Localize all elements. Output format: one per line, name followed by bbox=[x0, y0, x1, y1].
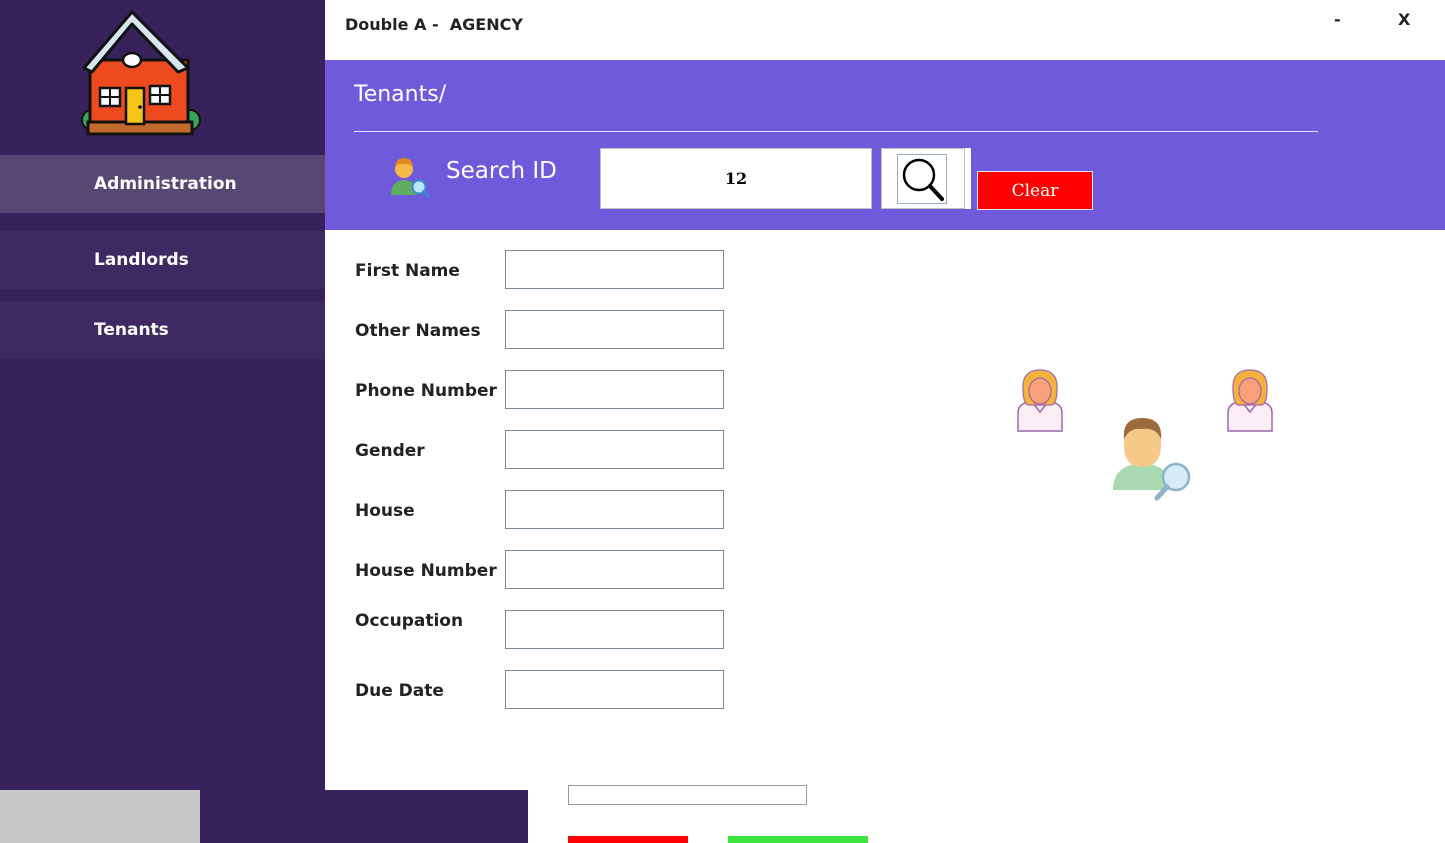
minimize-button[interactable]: - bbox=[1334, 10, 1348, 29]
due-date-input[interactable] bbox=[505, 670, 724, 709]
sidebar-item-label: Tenants bbox=[94, 320, 169, 340]
sidebar-item-landlords[interactable]: Landlords bbox=[0, 231, 325, 289]
search-button-frame bbox=[897, 154, 947, 204]
user-search-icon bbox=[391, 158, 430, 197]
header-divider bbox=[354, 131, 1318, 132]
phone-number-label: Phone Number bbox=[355, 381, 497, 401]
sidebar-item-label: Landlords bbox=[94, 250, 189, 270]
first-name-label: First Name bbox=[355, 261, 460, 281]
background-input-fragment bbox=[568, 785, 807, 805]
house-number-input[interactable] bbox=[505, 550, 724, 589]
house-number-label: House Number bbox=[355, 561, 497, 581]
sidebar-item-tenants[interactable]: Tenants bbox=[0, 301, 325, 359]
occupation-input[interactable] bbox=[505, 610, 724, 649]
woman-icon bbox=[1227, 369, 1273, 432]
occupation-label: Occupation bbox=[355, 611, 464, 631]
phone-number-input[interactable] bbox=[505, 370, 724, 409]
sidebar: Administration Landlords Tenants bbox=[0, 0, 325, 790]
search-button[interactable] bbox=[881, 148, 965, 209]
magnifier-icon bbox=[902, 158, 944, 201]
woman-icon bbox=[1017, 369, 1063, 432]
gender-input[interactable] bbox=[505, 430, 724, 469]
close-button[interactable]: X bbox=[1398, 10, 1414, 29]
search-id-input[interactable] bbox=[600, 148, 872, 209]
sidebar-item-administration[interactable]: Administration bbox=[0, 155, 325, 213]
gender-label: Gender bbox=[355, 441, 425, 461]
page-title: Tenants/ bbox=[354, 82, 447, 107]
clear-button-label: Clear bbox=[1011, 180, 1059, 201]
house-logo-icon bbox=[81, 10, 201, 136]
people-search-icon bbox=[1017, 369, 1273, 501]
background-window-fragment-dark bbox=[200, 790, 528, 843]
first-name-input[interactable] bbox=[505, 250, 724, 289]
background-green-button-fragment bbox=[728, 836, 868, 843]
other-names-input[interactable] bbox=[505, 310, 724, 349]
search-button-edge bbox=[965, 148, 971, 209]
due-date-label: Due Date bbox=[355, 681, 444, 701]
man-search-icon bbox=[1113, 418, 1191, 501]
house-label: House bbox=[355, 501, 415, 521]
other-names-label: Other Names bbox=[355, 321, 481, 341]
window-title: Double A - AGENCY bbox=[345, 15, 523, 34]
sidebar-item-label: Administration bbox=[94, 174, 237, 194]
house-input[interactable] bbox=[505, 490, 724, 529]
clear-button[interactable]: Clear bbox=[977, 171, 1093, 210]
background-window-fragment bbox=[0, 790, 200, 843]
background-red-button-fragment bbox=[568, 836, 688, 843]
search-id-label: Search ID bbox=[446, 158, 557, 184]
